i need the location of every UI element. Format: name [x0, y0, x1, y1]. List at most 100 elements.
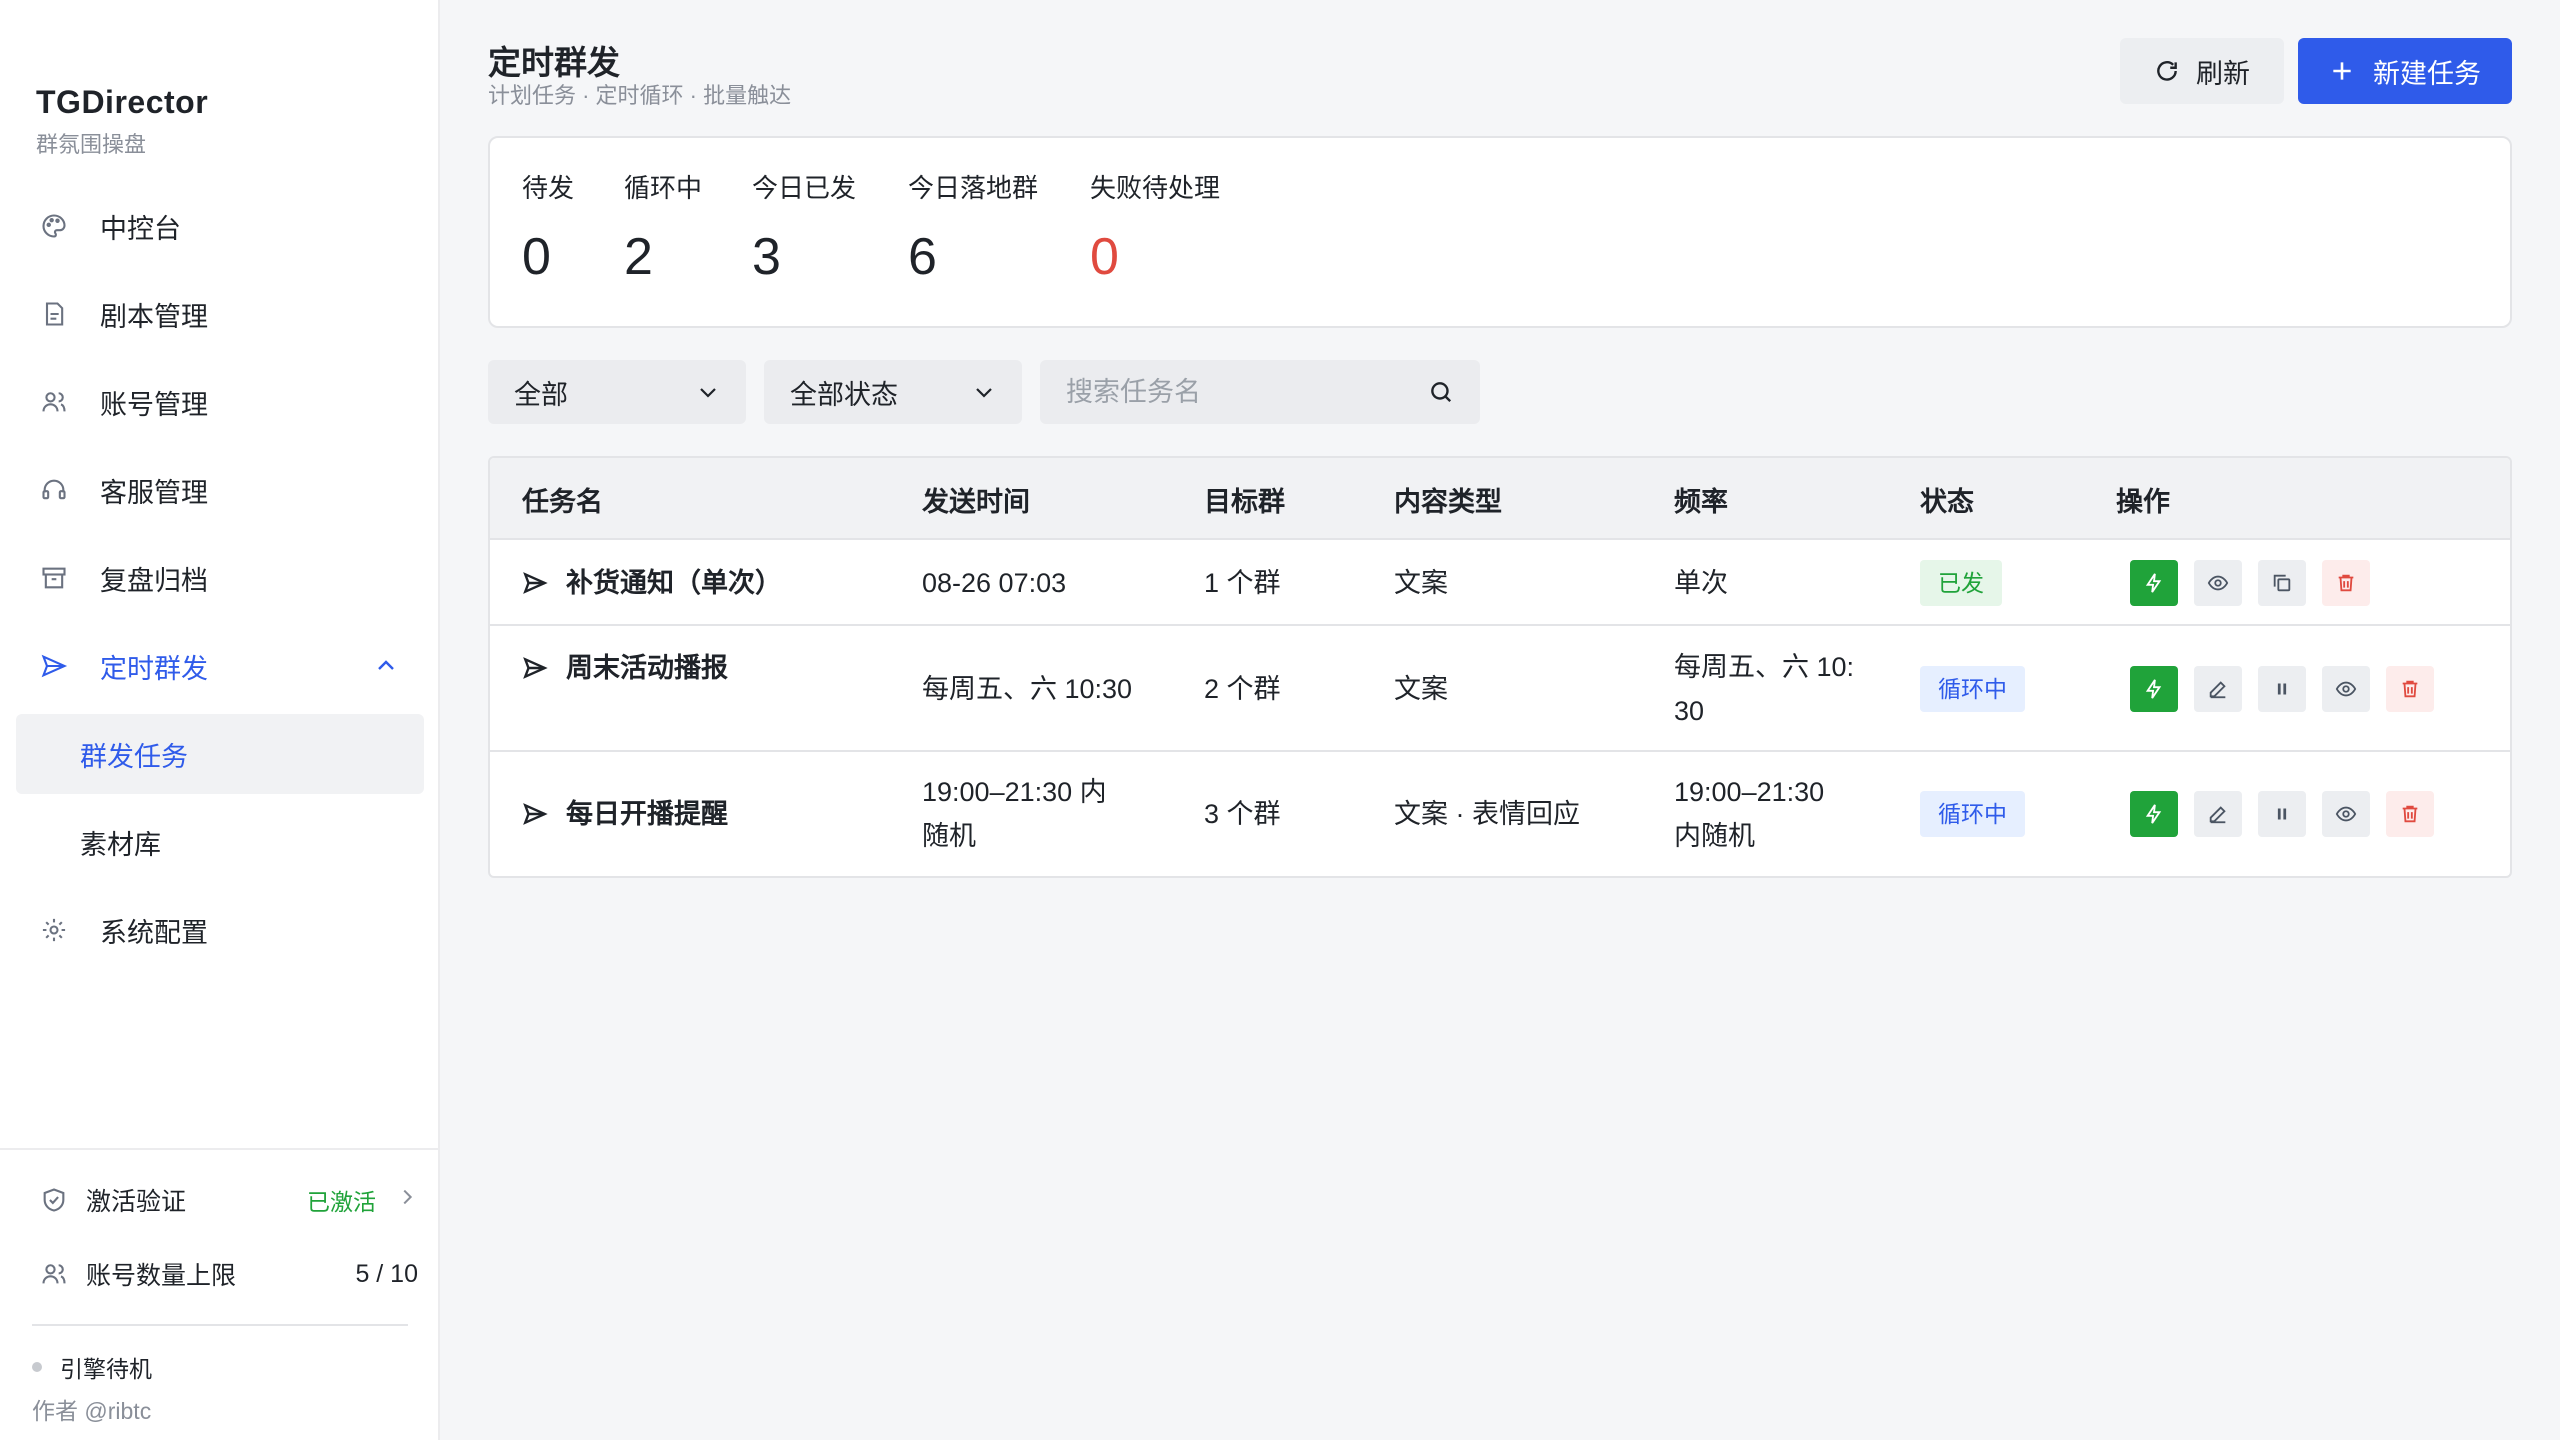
headset-icon [40, 476, 68, 504]
content-type-cell: 文案 [1394, 674, 1448, 704]
view-button[interactable] [2194, 560, 2242, 606]
status-cell: 循环中 [1920, 666, 2025, 712]
status-dot [32, 1362, 42, 1372]
send-icon [523, 657, 548, 679]
column-header-actions: 操作 [2116, 486, 2170, 517]
copy-icon [2273, 574, 2291, 592]
column-header-frequency: 频率 [1674, 486, 1728, 517]
status-select-value: 全部状态 [790, 379, 898, 410]
plus-icon [2333, 62, 2351, 80]
pause-button[interactable] [2258, 791, 2306, 837]
sidebar-item-label: 复盘归档 [100, 565, 208, 596]
page-title: 定时群发 [488, 44, 620, 81]
sidebar-item-scripts[interactable]: 剧本管理 [0, 270, 440, 358]
task-name-cell[interactable]: 补货通知（单次） [522, 561, 782, 605]
search-input[interactable] [1040, 360, 1480, 424]
copy-button[interactable] [2258, 560, 2306, 606]
sidebar-item-label: 账号管理 [100, 389, 208, 420]
edit-button[interactable] [2194, 666, 2242, 712]
run-now-button[interactable] [2130, 791, 2178, 837]
sidebar-subitem-material-library[interactable]: 素材库 [0, 798, 440, 886]
sidebar-nav: 中控台 剧本管理 账号管理 客服管理 复盘归档 定时群发 群发任务 素材库 系统… [0, 182, 440, 974]
archive-icon [40, 564, 68, 592]
sidebar-item-accounts[interactable]: 账号管理 [0, 358, 440, 446]
sidebar-item-dashboard[interactable]: 中控台 [0, 182, 440, 270]
edit-button[interactable] [2194, 791, 2242, 837]
sidebar-subitem-broadcast-tasks[interactable]: 群发任务 [16, 714, 424, 794]
pencil-icon [2209, 681, 2226, 699]
sidebar-item-label: 客服管理 [100, 477, 208, 508]
stat-pending: 待发 0 [522, 168, 574, 287]
type-select-value: 全部 [514, 379, 568, 410]
send-icon [523, 803, 548, 825]
sidebar-item-support[interactable]: 客服管理 [0, 446, 440, 534]
status-badge: 循环中 [1920, 791, 2025, 837]
task-table: 任务名 发送时间 目标群 内容类型 频率 状态 操作 补货通知（单次） 08-2… [488, 456, 2512, 878]
target-cell: 3 个群 [1204, 799, 1281, 829]
engine-status: 引擎待机 [32, 1350, 152, 1384]
pencil-icon [2209, 806, 2226, 824]
pause-icon [2277, 683, 2287, 695]
row-actions [2130, 560, 2386, 606]
target-cell: 2 个群 [1204, 674, 1281, 704]
search-box [1040, 360, 1480, 424]
stats-panel: 待发 0 循环中 2 今日已发 3 今日落地群 6 失败待处理 0 [488, 136, 2512, 328]
status-cell: 已发 [1920, 560, 2002, 606]
chevron-up-icon[interactable] [374, 654, 398, 678]
chevron-right-icon [396, 1186, 418, 1215]
status-badge: 循环中 [1920, 666, 2025, 712]
account-limit-value: 5 / 10 [355, 1259, 418, 1288]
table-row: 每日开播提醒 19:00–21:30 内 随机 3 个群 文案 · 表情回应 1… [490, 752, 2510, 876]
view-button[interactable] [2322, 666, 2370, 712]
column-header-name: 任务名 [522, 486, 603, 517]
frequency-cell: 19:00–21:30 内随机 [1674, 777, 1825, 851]
stat-value: 2 [624, 228, 653, 286]
stat-label: 待发 [522, 173, 575, 203]
run-now-button[interactable] [2130, 560, 2178, 606]
view-button[interactable] [2322, 791, 2370, 837]
column-header-target: 目标群 [1204, 486, 1285, 517]
stat-looping: 循环中 2 [624, 168, 702, 287]
users-icon [40, 388, 68, 416]
send-time-cell: 每周五、六 10:30 [922, 674, 1133, 704]
task-name-cell[interactable]: 每日开播提醒 [522, 792, 728, 836]
stat-value: 0 [1090, 228, 1119, 286]
stat-sent-today: 今日已发 3 [752, 168, 856, 287]
target-cell: 1 个群 [1204, 568, 1281, 598]
send-time-cell: 19:00–21:30 内 随机 [922, 777, 1107, 851]
sidebar-item-archive[interactable]: 复盘归档 [0, 534, 440, 622]
main-content: 定时群发 计划任务 · 定时循环 · 批量触达 刷新 新建任务 待发 0 循环中… [440, 0, 2560, 1440]
refresh-button[interactable]: 刷新 [2120, 38, 2284, 104]
run-now-button[interactable] [2130, 666, 2178, 712]
task-name: 补货通知（单次） [566, 568, 782, 598]
eye-icon [2335, 681, 2357, 697]
delete-button[interactable] [2386, 791, 2434, 837]
sidebar-footer: 激活验证 已激活 账号数量上限 5 / 10 引擎待机 作者 @ribtc [0, 1148, 440, 1440]
sidebar-item-settings[interactable]: 系统配置 [0, 886, 440, 974]
users-icon [40, 1260, 68, 1288]
task-name: 每日开播提醒 [566, 799, 728, 829]
stat-value: 3 [752, 228, 781, 286]
stat-label: 失败待处理 [1090, 173, 1221, 203]
delete-button[interactable] [2386, 666, 2434, 712]
status-select[interactable]: 全部状态 [764, 360, 1022, 424]
activation-label: 激活验证 [86, 1188, 187, 1216]
gear-icon [40, 916, 68, 944]
trash-icon [2338, 574, 2354, 592]
chevron-down-icon [696, 380, 720, 411]
sidebar-item-label: 定时群发 [100, 653, 208, 684]
row-actions [2130, 666, 2450, 712]
activation-row[interactable]: 激活验证 已激活 [40, 1180, 418, 1220]
lightning-icon [2145, 804, 2162, 824]
column-header-status: 状态 [1920, 486, 1974, 517]
account-limit-label: 账号数量上限 [86, 1262, 237, 1290]
new-task-button[interactable]: 新建任务 [2298, 38, 2512, 104]
task-name-cell[interactable]: 周末活动播报 [522, 646, 728, 690]
pause-button[interactable] [2258, 666, 2306, 712]
search-icon[interactable] [1428, 379, 1454, 410]
trash-icon [2402, 805, 2418, 823]
sidebar-item-scheduled-broadcast[interactable]: 定时群发 [0, 622, 440, 710]
delete-button[interactable] [2322, 560, 2370, 606]
type-select[interactable]: 全部 [488, 360, 746, 424]
column-header-send-time: 发送时间 [922, 486, 1030, 517]
